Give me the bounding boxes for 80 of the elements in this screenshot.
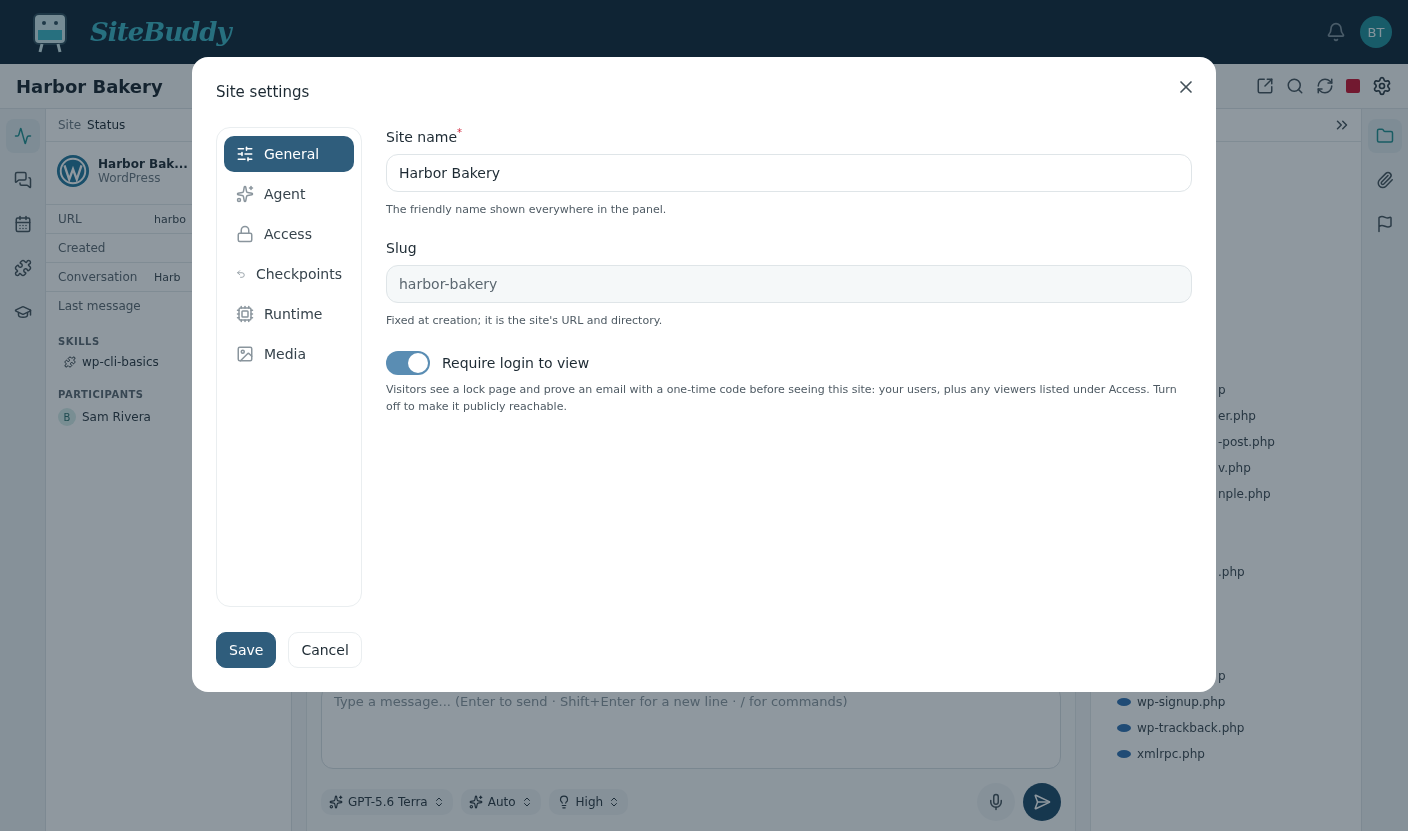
send-icon xyxy=(1033,793,1051,811)
breadcrumb-item[interactable]: Status xyxy=(87,118,126,132)
file-name[interactable]: p xyxy=(1218,669,1226,683)
paperclip-icon xyxy=(1376,171,1394,189)
logo: SiteBuddy xyxy=(90,17,231,47)
sparkle-icon xyxy=(468,795,483,809)
toggle-help: Visitors see a lock page and prove an email with a one-time code before seeing this site: your users, plus any viewers listed under Access. Turn off to make it publicly reachable. xyxy=(386,381,1178,415)
model-selector[interactable]: GPT-5.6 Terra xyxy=(321,789,453,815)
search-icon[interactable] xyxy=(1286,77,1304,95)
detail-label: Created xyxy=(58,241,107,255)
php-file-icon xyxy=(1117,750,1131,758)
file-name[interactable]: nple.php xyxy=(1218,487,1271,501)
activity-icon xyxy=(13,127,32,145)
rail-button[interactable] xyxy=(1368,119,1402,153)
php-file-icon xyxy=(1117,724,1131,732)
sparkle-icon xyxy=(329,795,343,809)
rail-button[interactable] xyxy=(5,119,40,153)
site-name: Harbor Bak... xyxy=(98,157,188,171)
detail-label: Conversation xyxy=(58,270,139,284)
participant-name: Sam Rivera xyxy=(82,410,151,424)
microphone-button[interactable] xyxy=(977,783,1015,821)
text-field[interactable]: Harbor Bakery xyxy=(386,153,1192,192)
image-icon xyxy=(236,345,254,363)
nav-item[interactable]: Access xyxy=(224,216,354,252)
file-name[interactable]: wp-signup.php xyxy=(1137,695,1226,709)
site-type: WordPress xyxy=(98,171,162,185)
participant-avatar: B xyxy=(58,408,76,426)
section-heading: PARTICIPANTS xyxy=(57,388,145,402)
section-heading: SKILLS xyxy=(57,335,101,349)
model-selector[interactable]: High xyxy=(548,789,629,815)
folder-icon xyxy=(1376,127,1394,145)
settings-icon[interactable] xyxy=(1372,76,1392,96)
page-title: Harbor Bakery xyxy=(16,75,163,97)
nav-item[interactable]: Checkpoints xyxy=(224,256,354,292)
detail-label: URL xyxy=(58,212,83,226)
field-label: Slug xyxy=(386,239,418,256)
save-button[interactable]: Save xyxy=(216,632,277,668)
toggle-switch[interactable] xyxy=(386,350,430,375)
field-help: Fixed at creation; it is the site's URL and directory. xyxy=(386,312,664,329)
file-name[interactable]: er.php xyxy=(1218,409,1256,423)
skill-icon xyxy=(64,356,76,368)
nav-item[interactable]: Runtime xyxy=(224,296,354,332)
refresh-icon[interactable] xyxy=(1316,77,1334,95)
detail-label: Last message xyxy=(58,299,142,313)
file-name[interactable]: -post.php xyxy=(1218,435,1275,449)
chat-icon xyxy=(13,171,32,189)
microphone-icon xyxy=(987,793,1005,811)
external-link-icon[interactable] xyxy=(1256,77,1274,95)
send-button[interactable] xyxy=(1023,783,1061,821)
graduation-cap-icon xyxy=(13,303,32,321)
field-label: Site name$^{*}$ xyxy=(386,127,464,145)
detail-value: Harb xyxy=(154,270,181,284)
field-help: The friendly name shown everywhere in the panel. xyxy=(386,201,668,218)
file-name[interactable]: wp-trackback.php xyxy=(1137,721,1245,735)
cancel-button[interactable]: Cancel xyxy=(288,632,362,668)
toggle-label: Require login to view xyxy=(442,354,590,371)
file-name[interactable]: xmlrpc.php xyxy=(1137,747,1205,761)
breadcrumb-item[interactable]: Site xyxy=(58,118,82,132)
lock-icon xyxy=(236,225,254,243)
dialog-title: Site settings xyxy=(216,83,310,101)
user-avatar[interactable]: BT xyxy=(1360,16,1392,48)
nav-item[interactable]: Agent xyxy=(224,176,354,212)
model-selector[interactable]: Auto xyxy=(460,789,541,815)
sparkle-icon xyxy=(236,185,254,203)
calendar-icon xyxy=(13,215,32,233)
nav-item[interactable]: Media xyxy=(224,336,354,372)
puzzle-icon xyxy=(13,259,32,277)
nav-item[interactable]: General xyxy=(224,136,354,172)
flag-icon xyxy=(1376,215,1394,233)
file-name[interactable]: .php xyxy=(1218,565,1245,579)
required-mark: * xyxy=(457,127,463,138)
wordpress-logo-icon xyxy=(56,154,90,188)
sliders-icon xyxy=(236,145,254,163)
file-name[interactable]: p xyxy=(1218,383,1226,397)
detail-value: harbo xyxy=(154,212,186,226)
php-file-icon xyxy=(1117,698,1131,706)
notification-bell-icon[interactable] xyxy=(1326,22,1346,42)
chip-icon xyxy=(236,305,254,323)
skill-name: wp-cli-basics xyxy=(82,355,159,369)
file-name[interactable]: v.php xyxy=(1218,461,1251,475)
